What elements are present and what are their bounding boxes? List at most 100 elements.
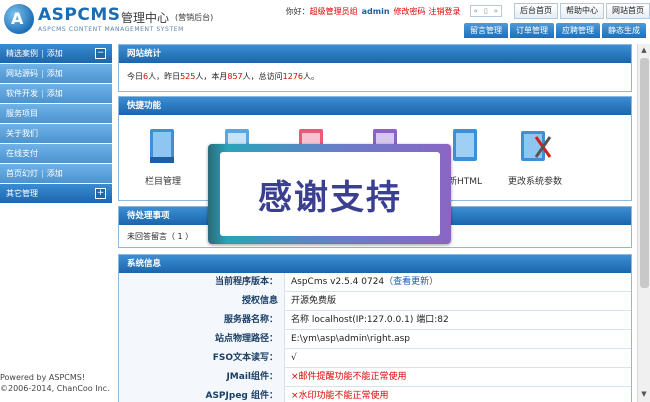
row-value: ×邮件提醒功能不能正常使用 (291, 372, 407, 382)
sidebar-item-label: 其它管理 (6, 189, 38, 198)
month-count: 857 (227, 72, 243, 81)
expand-icon[interactable]: + (95, 188, 106, 199)
book-icon (150, 129, 174, 163)
logo-name: ASPCMS (38, 5, 121, 25)
nav-arrows: « ▯ » (469, 5, 502, 17)
sidebar-item-label: 网站源码 (6, 69, 38, 78)
sidebar-item-other[interactable]: 其它管理 + (0, 184, 112, 203)
quick-item-columns[interactable]: 栏目管理 (123, 127, 203, 187)
scroll-down-icon[interactable]: ▼ (638, 388, 650, 400)
thanks-popup: 感谢支持 (208, 144, 451, 244)
row-key: FSO文本读写： (119, 349, 285, 368)
sidebar-item-label: 首页幻灯 (6, 169, 38, 178)
panel-title: 系统信息 (119, 255, 631, 273)
yesterday-label: 人，昨日 (148, 72, 181, 81)
help-center-button[interactable]: 帮助中心 (560, 3, 604, 19)
scrollbar[interactable]: ▲ ▼ (637, 44, 650, 402)
logo-icon: A (4, 4, 34, 34)
collapse-icon[interactable]: − (95, 48, 106, 59)
copyright: ©2006-2014, ChanCoo Inc. (0, 384, 110, 393)
scroll-thumb[interactable] (640, 58, 649, 288)
scroll-up-icon[interactable]: ▲ (638, 44, 650, 56)
tab-orders[interactable]: 订单管理 (510, 23, 554, 38)
popup-message: 感谢支持 (258, 178, 402, 218)
tab-static-generate[interactable]: 静态生成 (602, 23, 646, 38)
html-icon (453, 129, 477, 161)
logo[interactable]: A ASPCMS 管理中心 (营销后台) ASPCMS CONTENT MANA… (4, 4, 214, 36)
row-key: 当前程序版本： (119, 273, 285, 292)
sidebar-add-link[interactable]: 添加 (47, 69, 63, 78)
row-key: ASPJpeg 组件： (119, 387, 285, 402)
unanswered-messages-link[interactable]: 未回答留言（ 1 ） (127, 232, 193, 241)
tab-messages[interactable]: 留言管理 (464, 23, 508, 38)
sidebar-add-link[interactable]: 添加 (47, 89, 63, 98)
stats-panel: 网站统计 今日6人，昨日525人，本月857人，总访问1276人。 (118, 44, 632, 92)
sidebar-add-link[interactable]: 添加 (47, 49, 63, 58)
sidebar-item-software[interactable]: 软件开发 | 添加 (0, 84, 112, 103)
table-row: 服务器名称： 名称 localhost(IP:127.0.0.1) 端口:82 (119, 311, 631, 330)
table-row: FSO文本读写： √ (119, 349, 631, 368)
prev-arrow-icon[interactable]: « (471, 7, 481, 15)
sidebar-item-about[interactable]: 关于我们 (0, 124, 112, 143)
powered-by: Powered by ASPCMS! (0, 373, 86, 382)
quick-item-label: 栏目管理 (144, 177, 181, 187)
header: A ASPCMS 管理中心 (营销后台) ASPCMS CONTENT MANA… (0, 0, 650, 40)
sidebar-item-slides[interactable]: 首页幻灯 | 添加 (0, 164, 112, 183)
stats-suffix: 人。 (303, 72, 320, 81)
quick-item-label: 更改系统参数 (507, 177, 562, 187)
row-key: 服务器名称： (119, 311, 285, 330)
row-value: 开源免费版 (291, 296, 337, 306)
popup-card: 感谢支持 (220, 152, 440, 236)
sidebar: 精选案例 | 添加 − 网站源码 | 添加 软件开发 | 添加 服务项目 关于我们 在线支付… (0, 44, 112, 402)
row-key: 站点物理路径： (119, 330, 285, 349)
panel-title: 网站统计 (119, 45, 631, 63)
sidebar-item-label: 关于我们 (6, 129, 38, 138)
username: admin (361, 6, 390, 16)
separator: | (41, 49, 44, 58)
system-info-panel: 系统信息 当前程序版本： AspCms v2.5.4 0724（查看更新） 授权… (118, 254, 632, 402)
row-value: AspCms v2.5.4 0724（查看更新） (291, 273, 438, 292)
quick-item-settings[interactable]: 更改系统参数 (495, 127, 575, 187)
sidebar-item-label: 软件开发 (6, 89, 38, 98)
separator: | (41, 89, 44, 98)
row-value: ×水印功能不能正常使用 (291, 391, 389, 401)
row-key: 授权信息 (119, 292, 285, 311)
sidebar-item-services[interactable]: 服务项目 (0, 104, 112, 123)
table-row: 授权信息 开源免费版 (119, 292, 631, 311)
check-update-link[interactable]: （查看更新） (384, 277, 438, 287)
page-icon[interactable]: ▯ (481, 7, 491, 15)
total-count: 1276 (282, 72, 304, 81)
tab-bar: 留言管理 订单管理 应聘管理 静态生成 (462, 23, 646, 38)
today-label: 今日 (127, 72, 143, 81)
sidebar-add-link[interactable]: 添加 (47, 169, 63, 178)
logo-title: 管理中心 (121, 11, 170, 25)
sidebar-item-label: 精选案例 (6, 49, 38, 58)
site-home-button[interactable]: 网站首页 (606, 3, 650, 19)
table-row: 当前程序版本： AspCms v2.5.4 0724（查看更新） (119, 273, 631, 292)
top-bar: 你好：超级管理员组 admin 修改密码 注销登录 « ▯ » 后台首页 帮助中心 网… (286, 3, 650, 19)
next-arrow-icon[interactable]: » (491, 7, 501, 15)
admin-home-button[interactable]: 后台首页 (514, 3, 558, 19)
sidebar-item-cases[interactable]: 精选案例 | 添加 − (0, 44, 112, 63)
change-password-link[interactable]: 修改密码 (394, 7, 426, 16)
settings-book-icon (521, 131, 552, 161)
table-row: ASPJpeg 组件： ×水印功能不能正常使用 (119, 387, 631, 402)
version-value: AspCms v2.5.4 0724 (291, 277, 385, 287)
logo-subtitle: (营销后台) (175, 13, 214, 22)
sidebar-item-payment[interactable]: 在线支付 (0, 144, 112, 163)
user-role: 超级管理员组 (309, 6, 358, 16)
row-value: E:\ym\asp\admin\right.asp (291, 334, 410, 344)
table-row: 站点物理路径： E:\ym\asp\admin\right.asp (119, 330, 631, 349)
greeting-label: 你好： (285, 6, 310, 16)
panel-title: 快捷功能 (119, 97, 631, 115)
sidebar-item-source[interactable]: 网站源码 | 添加 (0, 64, 112, 83)
sidebar-item-label: 服务项目 (6, 109, 38, 118)
total-label: 人，总访问 (242, 72, 283, 81)
row-value: √ (291, 353, 297, 363)
stats-text: 今日6人，昨日525人，本月857人，总访问1276人。 (119, 63, 631, 90)
row-value: 名称 localhost(IP:127.0.0.1) 端口:82 (291, 315, 449, 325)
tab-applications[interactable]: 应聘管理 (556, 23, 600, 38)
logout-link[interactable]: 注销登录 (429, 7, 461, 16)
row-key: JMail组件： (119, 368, 285, 387)
separator: | (41, 169, 44, 178)
